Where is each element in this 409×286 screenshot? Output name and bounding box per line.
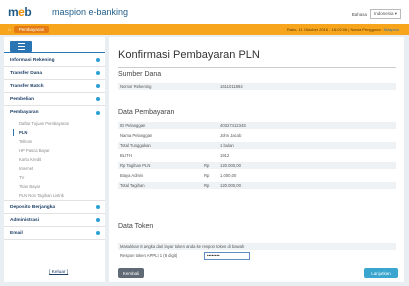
sidebar-subitem-titan-bayar[interactable]: Titan Bayar bbox=[4, 182, 105, 191]
sidebar-subitem-pln[interactable]: PLN bbox=[4, 128, 105, 137]
language-switcher: Bahasa Indonesia ▾ bbox=[352, 9, 401, 19]
main-content: Konfirmasi Pembayaran PLN Sumber Dana No… bbox=[109, 37, 404, 282]
brand-name: maspion e-banking bbox=[52, 7, 129, 17]
data-pembayaran-heading: Data Pembayaran bbox=[118, 109, 175, 116]
sidebar-item-informasi-rekening[interactable]: Informasi Rekening bbox=[4, 54, 105, 67]
data-row: ID Pelanggan 4032741234S bbox=[118, 122, 396, 129]
sidebar-item-administrasi[interactable]: Administrasi bbox=[4, 214, 105, 227]
session-user: Maspion bbox=[383, 27, 399, 32]
sidebar-subitem-tv[interactable]: TV bbox=[4, 173, 105, 182]
token-input[interactable]: •••••••• bbox=[204, 251, 250, 260]
sidebar-nav: Informasi Rekening Transfer Dana Transfe… bbox=[4, 54, 105, 240]
sidebar-item-transfer-dana[interactable]: Transfer Dana bbox=[4, 67, 105, 80]
data-row: BLITH 1912 bbox=[120, 153, 230, 158]
continue-button[interactable]: Lanjutkan bbox=[364, 268, 398, 278]
sidebar-subitem-internet[interactable]: Internet bbox=[4, 164, 105, 173]
data-row: Rp Tagihan PLN Rp 120.000,00 bbox=[118, 162, 396, 169]
expand-dot-icon bbox=[96, 97, 100, 101]
session-info: Rabu, 11 Oktober 2016 - 16:02:06 | Nama … bbox=[286, 27, 399, 32]
sidebar-subitem-pln-non-tagihan[interactable]: PLN Non Tagihan Listrik bbox=[4, 191, 105, 201]
sumber-dana-heading: Sumber Dana bbox=[118, 71, 162, 78]
sidebar-item-pembayaran[interactable]: Pembayaran bbox=[4, 106, 105, 119]
title-divider bbox=[118, 67, 396, 68]
expand-dot-icon bbox=[96, 58, 100, 62]
data-row: Nama Pelanggan John Jacob bbox=[120, 133, 242, 138]
data-row: Total Tagihan Rp 120.000,00 bbox=[118, 182, 396, 189]
back-button[interactable]: Kembali bbox=[118, 268, 144, 278]
data-token-heading: Data Token bbox=[118, 223, 154, 230]
sumber-row: Nomor Rekening 1611011884 bbox=[118, 83, 396, 90]
collapse-dot-icon bbox=[96, 110, 100, 115]
language-label: Bahasa bbox=[351, 11, 367, 17]
language-select[interactable]: Indonesia ▾ bbox=[369, 9, 401, 19]
sidebar-subitem-hp-pasca-bayar[interactable]: HP Pasca Bayar bbox=[4, 146, 105, 155]
expand-dot-icon bbox=[96, 71, 100, 75]
breadcrumb-pembayaran[interactable]: Pembayaran bbox=[13, 26, 50, 33]
sidebar-item-email[interactable]: Email bbox=[4, 227, 105, 240]
breadcrumb: ⌂ Pembayaran bbox=[8, 26, 50, 33]
breadcrumb-bar: ⌂ Pembayaran Rabu, 11 Oktober 2016 - 16:… bbox=[0, 24, 409, 35]
sidebar: Informasi Rekening Transfer Dana Transfe… bbox=[4, 37, 105, 282]
top-header: meb maspion e-banking Bahasa Indonesia ▾ bbox=[0, 0, 409, 24]
sidebar-item-pembelian[interactable]: Pembelian bbox=[4, 93, 105, 106]
logout-link[interactable]: [ Keluar ] bbox=[49, 270, 68, 275]
sidebar-item-deposito[interactable]: Deposito Berjangka bbox=[4, 201, 105, 214]
menu-icon[interactable] bbox=[10, 41, 32, 52]
sidebar-item-transfer-batch[interactable]: Transfer Batch bbox=[4, 80, 105, 93]
sidebar-subitem-kartu-kredit[interactable]: Kartu Kredit bbox=[4, 155, 105, 164]
page-title: Konfirmasi Pembayaran PLN bbox=[118, 49, 260, 61]
data-row: Biaya Admin Rp 1.000,00 bbox=[120, 173, 237, 178]
token-hint: Masukkan 8 angka dari layar token anda k… bbox=[118, 243, 396, 250]
sidebar-divider bbox=[4, 52, 105, 53]
sidebar-subitem-telkom[interactable]: Telkom bbox=[4, 137, 105, 146]
expand-dot-icon bbox=[96, 231, 100, 235]
sidebar-subitem-daftar-tujuan[interactable]: Daftar Tujuan Pembayaran bbox=[4, 119, 105, 128]
home-icon[interactable]: ⌂ bbox=[8, 27, 11, 32]
maspion-logo: meb bbox=[8, 5, 32, 19]
expand-dot-icon bbox=[96, 205, 100, 209]
expand-dot-icon bbox=[96, 218, 100, 222]
data-row: Total Tunggakan 1 bulan bbox=[118, 142, 396, 149]
token-row: Respon token APPLI 1 (8 digit) •••••••• bbox=[118, 251, 396, 260]
token-label: Respon token APPLI 1 (8 digit) bbox=[120, 253, 178, 258]
expand-dot-icon bbox=[96, 84, 100, 88]
